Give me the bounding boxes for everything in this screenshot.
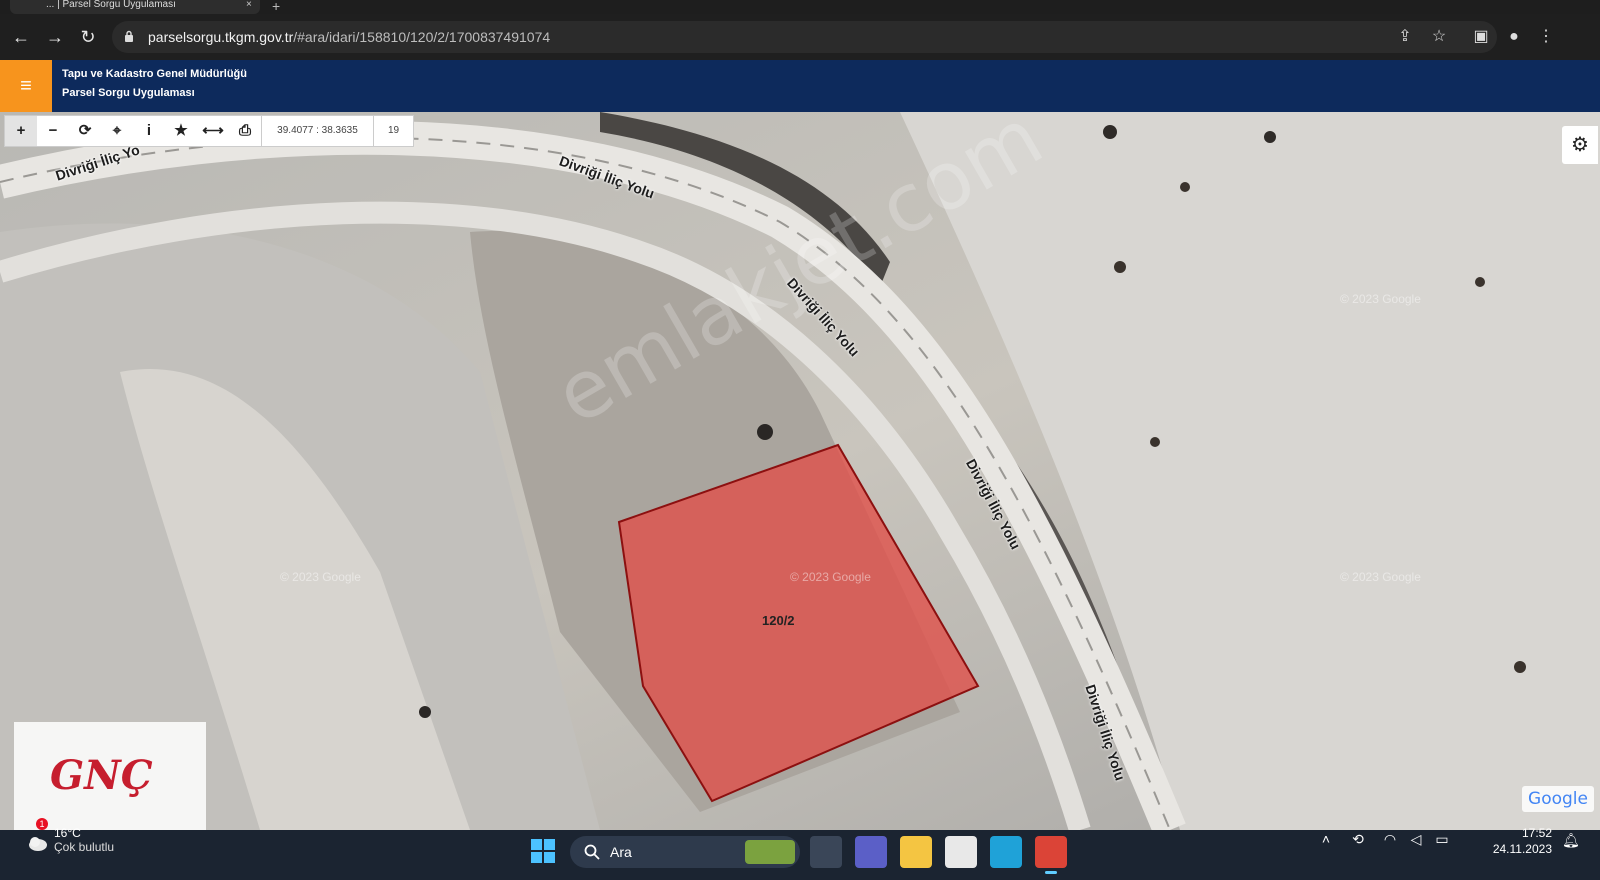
clock-time[interactable]: 17:52 — [1492, 826, 1552, 840]
refresh-button[interactable]: ⟳ — [69, 116, 101, 146]
more-icon[interactable]: ⋮ — [1535, 26, 1557, 48]
share-icon[interactable]: ⇪ — [1395, 27, 1415, 47]
lock-icon[interactable] — [124, 30, 134, 42]
notification-bell-icon[interactable]: 🔔︎ — [1562, 832, 1580, 849]
zoom-out-button[interactable]: − — [37, 116, 69, 146]
print-button[interactable]: ⎙ — [229, 116, 261, 146]
url-host: parselsorgu.tkgm.gov.tr — [148, 29, 294, 45]
search-highlight-image — [745, 840, 795, 864]
temperature[interactable]: 16°C — [54, 826, 81, 840]
new-tab-button[interactable]: + — [272, 0, 280, 14]
battery-icon[interactable]: ▭ — [1432, 830, 1452, 848]
search-icon — [584, 844, 600, 860]
weather-badge: 1 — [36, 818, 48, 830]
url-path: /#ara/idari/158810/120/2/1700837491074 — [293, 29, 551, 45]
locate-button[interactable]: ⌖ — [101, 116, 133, 146]
settings-gear-icon[interactable]: ⚙ — [1562, 126, 1598, 164]
google-copyright: © 2023 Google — [1340, 292, 1421, 306]
edge-icon[interactable] — [990, 836, 1022, 868]
org-name: Tapu ve Kadastro Genel Müdürlüğü — [62, 68, 247, 80]
windows-start-icon[interactable] — [530, 838, 556, 864]
clock-date[interactable]: 24.11.2023 — [1492, 842, 1552, 856]
weather-description[interactable]: Çok bulutlu — [54, 840, 114, 854]
search-placeholder: Ara — [610, 844, 632, 860]
browser-tab[interactable]: ... | Parsel Sorgu Uygulaması × — [10, 0, 260, 14]
info-button[interactable]: i — [133, 116, 165, 146]
zoom-level: 19 — [373, 116, 413, 146]
volume-icon[interactable]: ◁ — [1406, 830, 1426, 848]
app-name: Parsel Sorgu Uygulaması — [62, 87, 195, 99]
google-logo: Google — [1522, 786, 1594, 812]
google-copyright: © 2023 Google — [790, 570, 871, 584]
cloud-icon[interactable] — [28, 834, 48, 852]
parcel-label: 120/2 — [762, 613, 795, 628]
menu-icon[interactable]: ≡ — [0, 60, 52, 112]
browser-tab-strip: ... | Parsel Sorgu Uygulaması × + — [0, 0, 1600, 14]
chevron-up-icon[interactable]: ˄ — [1316, 830, 1336, 848]
browser-toolbar: ← → ↻ parselsorgu.tkgm.gov.tr/#ara/idari… — [0, 14, 1600, 60]
url-text: parselsorgu.tkgm.gov.tr/#ara/idari/15881… — [148, 29, 550, 45]
gnc-logo-text: GNÇ — [50, 752, 153, 799]
sync-icon[interactable]: ⟲ — [1348, 830, 1368, 848]
wifi-icon[interactable]: ◠ — [1380, 830, 1400, 848]
reload-icon[interactable]: ↻ — [77, 26, 99, 48]
teams-icon[interactable] — [855, 836, 887, 868]
profile-icon[interactable]: ● — [1503, 26, 1525, 48]
favorite-button[interactable]: ★ — [165, 116, 197, 146]
google-copyright: © 2023 Google — [280, 570, 361, 584]
map-toolbar: + − ⟳ ⌖ i ★ ⟷ ⎙ 39.4077 : 38.3635 19 — [4, 115, 414, 147]
coordinate-readout: 39.4077 : 38.3635 — [261, 116, 373, 146]
back-icon[interactable]: ← — [10, 26, 32, 48]
task-view-icon[interactable] — [810, 836, 842, 868]
store-icon[interactable] — [945, 836, 977, 868]
forward-icon[interactable]: → — [44, 26, 66, 48]
zoom-in-button[interactable]: + — [5, 116, 37, 146]
measure-button[interactable]: ⟷ — [197, 116, 229, 146]
star-icon[interactable]: ☆ — [1429, 27, 1449, 47]
google-copyright: © 2023 Google — [1340, 570, 1421, 584]
app-header: ≡ Tapu ve Kadastro Genel Müdürlüğü Parse… — [0, 60, 1600, 112]
address-bar[interactable]: parselsorgu.tkgm.gov.tr/#ara/idari/15881… — [112, 21, 1497, 53]
taskbar-search[interactable]: Ara — [570, 836, 800, 868]
tab-close-icon[interactable]: × — [246, 0, 252, 10]
file-explorer-icon[interactable] — [900, 836, 932, 868]
chrome-icon[interactable] — [1035, 836, 1067, 874]
taskbar: 1 16°C Çok bulutlu Ara ˄ ⟲ ◠ ◁ ▭ 17:52 2… — [0, 818, 1600, 880]
sidepanel-icon[interactable]: ▣ — [1470, 26, 1492, 48]
tab-title: ... | Parsel Sorgu Uygulaması — [46, 0, 176, 10]
map-view[interactable]: emlakjet.com © 2023 Google © 2023 Google… — [0, 112, 1600, 830]
